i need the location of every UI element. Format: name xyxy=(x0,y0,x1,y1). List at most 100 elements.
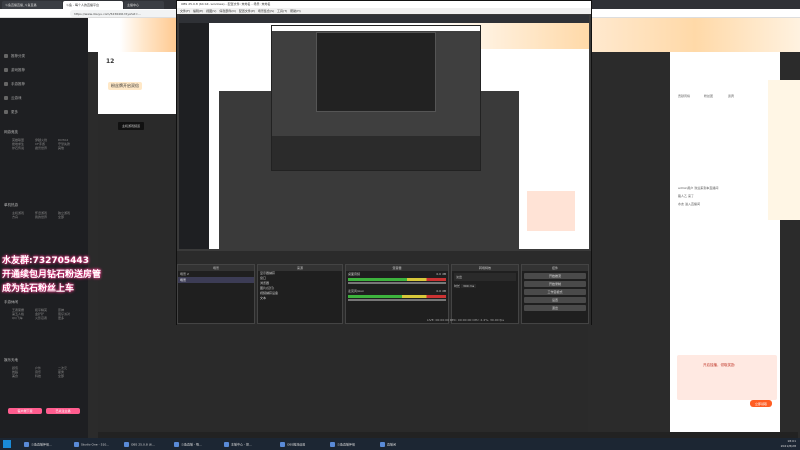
taskbar-item[interactable]: 斗鱼直播伴侣... xyxy=(24,440,52,448)
obs-menu-docks[interactable]: 停靠部件(D) xyxy=(219,9,236,13)
obs-scenes-panel: 场景 场景 2 场景 xyxy=(177,264,255,324)
settings-button[interactable]: 设置 xyxy=(524,297,586,303)
sidebar-link[interactable]: 科技 xyxy=(35,374,58,378)
sidebar-link[interactable]: 其他 xyxy=(58,146,81,150)
sidebar-link[interactable]: QQ飞车 xyxy=(12,316,35,320)
obs-menu-help[interactable]: 帮助(H) xyxy=(290,9,301,13)
fan-badge-banner[interactable]: 粉丝牌开启双倍 xyxy=(108,82,142,90)
start-icon[interactable] xyxy=(3,440,11,448)
obs-menu-view[interactable]: 视图(V) xyxy=(206,9,216,13)
sidebar-item-3[interactable]: 云游戏 xyxy=(4,96,22,102)
left-sidebar: 推荐分类 游戏推荐 手游推荐 云游戏 更多 网游竞技 英雄联盟 穿越火线 DOTA2… xyxy=(0,18,88,438)
obs-menu-file[interactable]: 文件(F) xyxy=(180,9,190,13)
obs-controls-header: 控件 xyxy=(522,265,588,271)
nested-obs-docks xyxy=(272,136,480,170)
start-recording-button[interactable]: 开始录制 xyxy=(524,281,586,287)
more-icon xyxy=(4,110,8,114)
chat-tab-2[interactable]: 贵宾 xyxy=(728,94,734,98)
sidebar-item-2[interactable]: 手游推荐 xyxy=(4,82,25,88)
download-client-button[interactable]: 客户端下载 xyxy=(8,408,42,414)
tv-icon xyxy=(4,96,8,100)
sidebar-item-0[interactable]: 推荐分类 xyxy=(4,54,25,60)
promo-popup: 开启独播，领取奖励 xyxy=(677,355,777,400)
header-banner-right[interactable] xyxy=(590,18,800,52)
exit-button[interactable]: 退出 xyxy=(524,305,586,311)
overlay-line-1: 水友群:732705443 xyxy=(2,256,89,266)
streamer-level: 12 xyxy=(106,58,115,65)
obs-mixer-channel-label: 桌面音频 0.0 dB xyxy=(348,272,446,276)
obs-volume-slider[interactable] xyxy=(348,282,446,284)
taskbar-item[interactable]: 斗鱼直播伴侣 xyxy=(330,440,355,448)
system-clock[interactable]: 18:01 2021/8/28 xyxy=(781,439,796,449)
sidebar-section-grid-3: 王者荣耀 和平精英 原神 第五人格 金铲铲 蛋仔派对 QQ飞车 火影忍者 更多 xyxy=(12,308,84,320)
obs-duration-row: 时长 300 ms xyxy=(454,284,477,288)
sidebar-section-title-1: 网游竞技 xyxy=(4,130,18,134)
popup-text: 开启独播，领取奖励 xyxy=(703,363,735,367)
captured-sidebar xyxy=(179,23,209,249)
nested-obs-titlebar xyxy=(272,26,480,31)
obs-source-item[interactable]: 文本 xyxy=(258,296,342,301)
obs-duration-input[interactable]: 300 ms xyxy=(460,284,477,288)
obs-window[interactable]: OBS 25.0.8 (64 bit, windows) - 配置文件: 未命名… xyxy=(176,0,592,325)
captured-webpage xyxy=(179,15,589,249)
right-promo-banner[interactable] xyxy=(768,80,800,220)
obs-menu-scene-collection[interactable]: 场景集合(S) xyxy=(258,9,274,13)
sidebar-link[interactable]: 炉石传说 xyxy=(12,146,35,150)
popup-claim-button[interactable]: 立即领取 xyxy=(750,400,772,407)
obs-menu-edit[interactable]: 编辑(E) xyxy=(193,9,203,13)
chat-tab-0[interactable]: 贡献周榜 xyxy=(678,94,690,98)
obs-status-bar: LIVE: 00:00:00 REC: 00:00:00 CPU: 2.4%, … xyxy=(427,318,505,322)
obs-transition-select[interactable]: 淡出 xyxy=(454,273,516,281)
obs-menubar: 文件(F) 编辑(E) 视图(V) 停靠部件(D) 配置文件(P) 场景集合(S… xyxy=(177,8,591,14)
obs-preview[interactable] xyxy=(179,15,589,249)
sidebar-item-4[interactable]: 更多 xyxy=(4,110,18,116)
video-caption: 主机游戏频道 xyxy=(118,122,145,130)
captured-popup xyxy=(527,191,575,231)
sidebar-section-grid-2: 主机游戏 怀旧游戏 独立游戏 方舟 我的世界 全部 xyxy=(12,211,84,219)
obs-volume-meter xyxy=(348,278,446,281)
popup-button-label: 立即领取 xyxy=(754,402,767,406)
followed-streamers-button[interactable]: 已关注主播 xyxy=(46,408,80,414)
sidebar-section-title-3: 手游休闲 xyxy=(4,300,18,304)
obs-mixer-db: 0.0 dB xyxy=(436,289,446,293)
chat-tab-1[interactable]: 粉丝团 xyxy=(704,94,713,98)
obs-volume-slider[interactable] xyxy=(348,299,446,301)
taskbar-item[interactable]: OBS 25.0.8 (6... xyxy=(124,440,155,448)
browser-tab-1[interactable]: 斗鱼 - 每个人的直播平台 xyxy=(63,1,123,9)
header-banner-left xyxy=(120,18,180,52)
captured-browser-bar xyxy=(179,15,589,23)
obs-docks: 场景 场景 2 场景 来源 显示器捕获 窗口 浏览器 图片(幻灯) 视频捕获设备… xyxy=(177,251,591,325)
taskbar-item[interactable]: OBS推流设置 xyxy=(280,440,305,448)
chat-message: admin用户 欢迎来到本直播间 xyxy=(678,186,719,190)
sidebar-link[interactable]: 我的世界 xyxy=(35,215,58,219)
browser-tab-0[interactable]: 斗鱼直播直播_斗鱼直播 xyxy=(2,1,62,9)
sidebar-link[interactable]: 魔兽世界 xyxy=(35,146,58,150)
obs-scene-item[interactable]: 场景 xyxy=(178,277,254,283)
studio-mode-button[interactable]: 工作室模式 xyxy=(524,289,586,295)
game-icon xyxy=(4,68,8,72)
sidebar-link[interactable]: 火影忍者 xyxy=(35,316,58,320)
obs-titlebar[interactable]: OBS 25.0.8 (64 bit, windows) - 配置文件: 未命名… xyxy=(177,1,591,8)
browser-tab-2[interactable]: 主播中心 xyxy=(124,1,164,9)
obs-menu-tools[interactable]: 工具(T) xyxy=(277,9,287,13)
taskbar-item[interactable]: 直播间 xyxy=(380,440,396,448)
taskbar-item[interactable]: 斗鱼直播 - 每... xyxy=(174,440,202,448)
sidebar-link[interactable]: 美食 xyxy=(12,374,35,378)
obs-sources-panel: 来源 显示器捕获 窗口 浏览器 图片(幻灯) 视频捕获设备 文本 xyxy=(257,264,343,324)
overlay-line-2: 开通续包月钻石粉送房管 xyxy=(2,270,102,280)
taskbar-item[interactable]: Studio One - 510... xyxy=(74,440,109,448)
sidebar-link[interactable]: 更多 xyxy=(58,316,81,320)
sidebar-link[interactable]: 全部 xyxy=(58,374,81,378)
obs-menu-profile[interactable]: 配置文件(P) xyxy=(239,9,255,13)
clock-date: 2021/8/28 xyxy=(780,444,796,448)
obs-transitions-header: 转场特效 xyxy=(452,265,518,271)
nested-obs-preview xyxy=(316,32,436,112)
sidebar-item-1[interactable]: 游戏推荐 xyxy=(4,68,25,74)
obs-volume-meter xyxy=(348,295,446,298)
taskbar-item[interactable]: 主播中心 - 控... xyxy=(224,440,252,448)
start-streaming-button[interactable]: 开始推流 xyxy=(524,273,586,279)
sidebar-link[interactable]: 方舟 xyxy=(12,215,35,219)
sidebar-section-title-2: 单机热游 xyxy=(4,203,18,207)
nested-obs-window xyxy=(271,25,481,171)
sidebar-link[interactable]: 全部 xyxy=(58,215,81,219)
